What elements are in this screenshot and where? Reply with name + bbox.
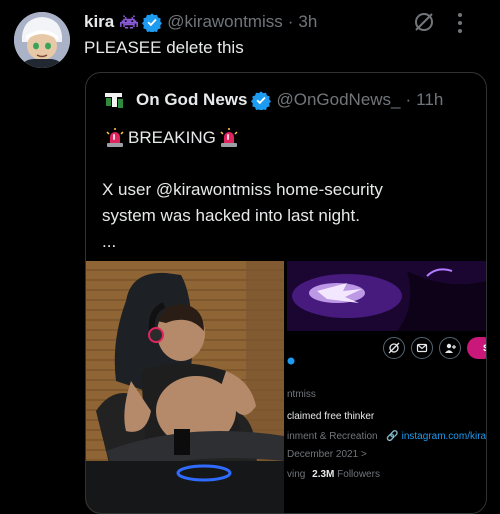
link-icon: 🔗 xyxy=(386,431,399,442)
follow-person-icon[interactable] xyxy=(439,337,461,359)
profile-bio: claimed free thinker xyxy=(287,411,375,422)
more-icon[interactable] xyxy=(456,12,464,39)
verified-badge-icon xyxy=(251,90,272,110)
quote-text: BREAKING X user @kirawontmiss home-secur… xyxy=(102,125,472,255)
profile-handle: ntmiss xyxy=(287,389,316,400)
separator-dot: · xyxy=(287,12,294,31)
quote-time[interactable]: 11h xyxy=(416,90,443,110)
message-icon[interactable] xyxy=(411,337,433,359)
security-camera-photo[interactable] xyxy=(86,261,284,513)
quote-ellipsis: ... xyxy=(102,232,117,251)
breaking-label: BREAKING xyxy=(128,128,216,147)
quote-author-handle[interactable]: @OnGodNews_ xyxy=(276,90,400,110)
siren-emoji-icon xyxy=(105,128,125,148)
siren-emoji-icon xyxy=(219,128,239,148)
profile-link[interactable]: instagram.com/kira xyxy=(402,431,486,442)
avatar[interactable] xyxy=(14,12,70,68)
subscribe-label: S xyxy=(483,343,486,353)
post-text: PLEASEE delete this xyxy=(84,38,244,57)
quote-line-1: X user @kirawontmiss home-security xyxy=(102,180,383,199)
followers-label[interactable]: Followers xyxy=(337,469,380,480)
quote-header: On God News @OnGodNews_ · 11h xyxy=(102,88,443,112)
verified-badge-icon xyxy=(142,12,163,32)
subscribe-button[interactable]: S xyxy=(467,337,486,359)
profile-actions: S xyxy=(383,337,486,359)
verified-fragment xyxy=(287,357,295,368)
space-invader-emoji-icon xyxy=(120,14,139,30)
profile-follow-stats: ving 2.3M Followers xyxy=(287,469,380,480)
separator-dot: · xyxy=(405,90,412,109)
profile-meta-row: inment & Recreation 🔗 instagram.com/kira xyxy=(287,431,486,442)
grok-icon[interactable] xyxy=(412,10,436,39)
profile-category: inment & Recreation xyxy=(287,431,378,442)
author-handle[interactable]: @kirawontmiss xyxy=(167,12,283,32)
media-grid: S ntmiss claimed free thinker inment & R… xyxy=(86,261,486,513)
quote-line-2: system was hacked into last night. xyxy=(102,206,360,225)
profile-joined: December 2021 > xyxy=(287,449,367,460)
followers-count[interactable]: 2.3M xyxy=(312,469,334,480)
grok-icon[interactable] xyxy=(383,337,405,359)
following-fragment: ving xyxy=(287,469,306,480)
profile-banner xyxy=(287,261,486,331)
post-header: kira @kirawontmiss · 3h xyxy=(84,10,317,34)
profile-screenshot[interactable]: S ntmiss claimed free thinker inment & R… xyxy=(287,261,486,513)
post-time[interactable]: 3h xyxy=(298,12,317,32)
quote-author-name[interactable]: On God News xyxy=(136,90,247,110)
news-logo-icon[interactable] xyxy=(102,88,126,112)
quoted-post[interactable]: On God News @OnGodNews_ · 11h BREAKING X… xyxy=(85,72,487,514)
author-name[interactable]: kira xyxy=(84,12,114,32)
breaking-line: BREAKING xyxy=(102,125,472,151)
